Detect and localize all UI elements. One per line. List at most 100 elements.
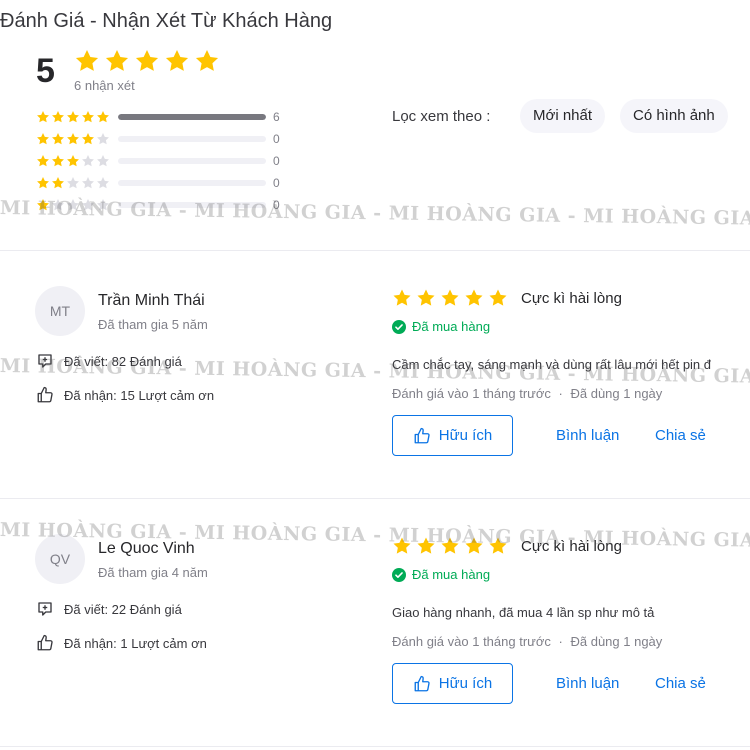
verified-text: Đã mua hàng bbox=[412, 567, 491, 582]
avatar: QV bbox=[35, 534, 85, 584]
page-title: Đánh Giá - Nhận Xét Từ Khách Hàng bbox=[0, 10, 333, 32]
histogram-row-3: 0 bbox=[36, 152, 296, 170]
star-icon bbox=[417, 289, 435, 306]
histogram-bar bbox=[118, 202, 266, 208]
reviewer-name: Trần Minh Thái bbox=[98, 292, 205, 309]
star-icon bbox=[97, 177, 109, 189]
review-item: QV Le Quoc Vinh Đã tham gia 4 năm Đã viế… bbox=[0, 534, 750, 750]
comment-link[interactable]: Bình luận bbox=[556, 675, 619, 692]
helpful-label: Hữu ích bbox=[438, 675, 493, 692]
star-icon bbox=[52, 111, 64, 123]
meta-separator: · bbox=[558, 634, 563, 649]
star-icon bbox=[97, 199, 109, 211]
star-icon bbox=[97, 111, 109, 123]
comment-link[interactable]: Bình luận bbox=[556, 427, 619, 444]
star-icon bbox=[465, 289, 483, 306]
average-score: 5 bbox=[36, 52, 55, 90]
filter-chip-newest[interactable]: Mới nhất bbox=[520, 99, 606, 133]
review-content: Cầm chắc tay, sáng mạnh và dùng rất lâu … bbox=[392, 357, 712, 372]
comment-icon bbox=[38, 602, 52, 616]
star-icon bbox=[82, 177, 94, 189]
reviewer-written-text: Đã viết: 82 Đánh giá bbox=[64, 353, 182, 369]
check-circle-icon bbox=[392, 319, 406, 334]
filter-chip-with-images[interactable]: Có hình ảnh bbox=[620, 99, 728, 133]
star-icon bbox=[105, 49, 129, 71]
review-item: MT Trần Minh Thái Đã tham gia 5 năm Đã v… bbox=[0, 286, 750, 526]
star-icon bbox=[67, 177, 79, 189]
histogram-bar bbox=[118, 114, 266, 120]
histogram-row-1: 0 bbox=[36, 196, 296, 214]
review-meta: Đánh giá vào 1 tháng trước · Đã dùng 1 n… bbox=[392, 634, 662, 649]
star-icon bbox=[52, 199, 64, 211]
filter-label: Lọc xem theo : bbox=[392, 108, 491, 125]
star-icon bbox=[82, 111, 94, 123]
star-icon bbox=[135, 49, 159, 71]
star-icon bbox=[393, 289, 411, 306]
star-icon bbox=[75, 49, 99, 71]
verified-purchase: Đã mua hàng bbox=[392, 567, 490, 582]
review-stars bbox=[392, 536, 508, 556]
star-icon bbox=[195, 49, 219, 71]
reviewer-thanks: Đã nhận: 15 Lượt cảm ơn bbox=[36, 386, 214, 404]
star-icon bbox=[489, 289, 507, 306]
divider bbox=[0, 746, 750, 747]
histogram-stars bbox=[36, 154, 110, 168]
helpful-button[interactable]: Hữu ích bbox=[392, 415, 513, 456]
histogram-count: 0 bbox=[273, 198, 280, 212]
review-count: 6 nhận xét bbox=[74, 78, 135, 93]
histogram-count: 0 bbox=[273, 176, 280, 190]
histogram-stars bbox=[36, 198, 110, 212]
star-icon bbox=[441, 289, 459, 306]
check-circle-icon bbox=[392, 567, 406, 582]
star-icon bbox=[37, 111, 49, 123]
review-headline: Cực kì hài lòng bbox=[521, 538, 622, 555]
verified-purchase: Đã mua hàng bbox=[392, 319, 490, 334]
histogram-stars bbox=[36, 132, 110, 146]
reviewer-thanks-text: Đã nhận: 15 Lượt cảm ơn bbox=[64, 387, 215, 403]
review-used-time: Đã dùng 1 ngày bbox=[570, 634, 663, 649]
star-icon bbox=[37, 155, 49, 167]
histogram-bar-fill bbox=[118, 114, 266, 120]
average-stars bbox=[74, 48, 220, 74]
helpful-label: Hữu ích bbox=[438, 427, 493, 444]
thumbs-up-icon bbox=[414, 427, 430, 443]
star-icon bbox=[52, 177, 64, 189]
review-time: Đánh giá vào 1 tháng trước bbox=[392, 386, 551, 401]
star-icon bbox=[67, 199, 79, 211]
divider bbox=[0, 250, 750, 251]
histogram-row-4: 0 bbox=[36, 130, 296, 148]
star-icon bbox=[37, 133, 49, 145]
star-icon bbox=[97, 133, 109, 145]
review-content: Giao hàng nhanh, đã mua 4 lần sp như mô … bbox=[392, 605, 655, 620]
avatar: MT bbox=[35, 286, 85, 336]
histogram-bar bbox=[118, 180, 266, 186]
star-icon bbox=[67, 155, 79, 167]
review-headline: Cực kì hài lòng bbox=[521, 290, 622, 307]
histogram-count: 0 bbox=[273, 132, 280, 146]
histogram-row-2: 0 bbox=[36, 174, 296, 192]
helpful-button[interactable]: Hữu ích bbox=[392, 663, 513, 704]
meta-separator: · bbox=[558, 386, 563, 401]
share-link[interactable]: Chia sẻ bbox=[655, 675, 706, 692]
star-icon bbox=[67, 111, 79, 123]
reviewer-thanks-text: Đã nhận: 1 Lượt cảm ơn bbox=[64, 635, 207, 651]
review-stars bbox=[392, 288, 508, 308]
star-icon bbox=[165, 49, 189, 71]
histogram-row-5: 6 bbox=[36, 108, 296, 126]
star-icon bbox=[441, 537, 459, 554]
share-link[interactable]: Chia sẻ bbox=[655, 427, 706, 444]
reviewer-joined: Đã tham gia 4 năm bbox=[98, 565, 208, 580]
histogram-stars bbox=[36, 110, 110, 124]
thumbs-up-icon bbox=[37, 634, 53, 651]
reviewer-thanks: Đã nhận: 1 Lượt cảm ơn bbox=[36, 634, 207, 652]
thumbs-up-icon bbox=[414, 675, 430, 691]
star-icon bbox=[82, 155, 94, 167]
star-icon bbox=[82, 133, 94, 145]
star-icon bbox=[393, 537, 411, 554]
review-used-time: Đã dùng 1 ngày bbox=[570, 386, 663, 401]
star-icon bbox=[465, 537, 483, 554]
reviewer-written: Đã viết: 82 Đánh giá bbox=[36, 352, 182, 370]
histogram-bar bbox=[118, 158, 266, 164]
star-icon bbox=[37, 177, 49, 189]
histogram-count: 0 bbox=[273, 154, 280, 168]
